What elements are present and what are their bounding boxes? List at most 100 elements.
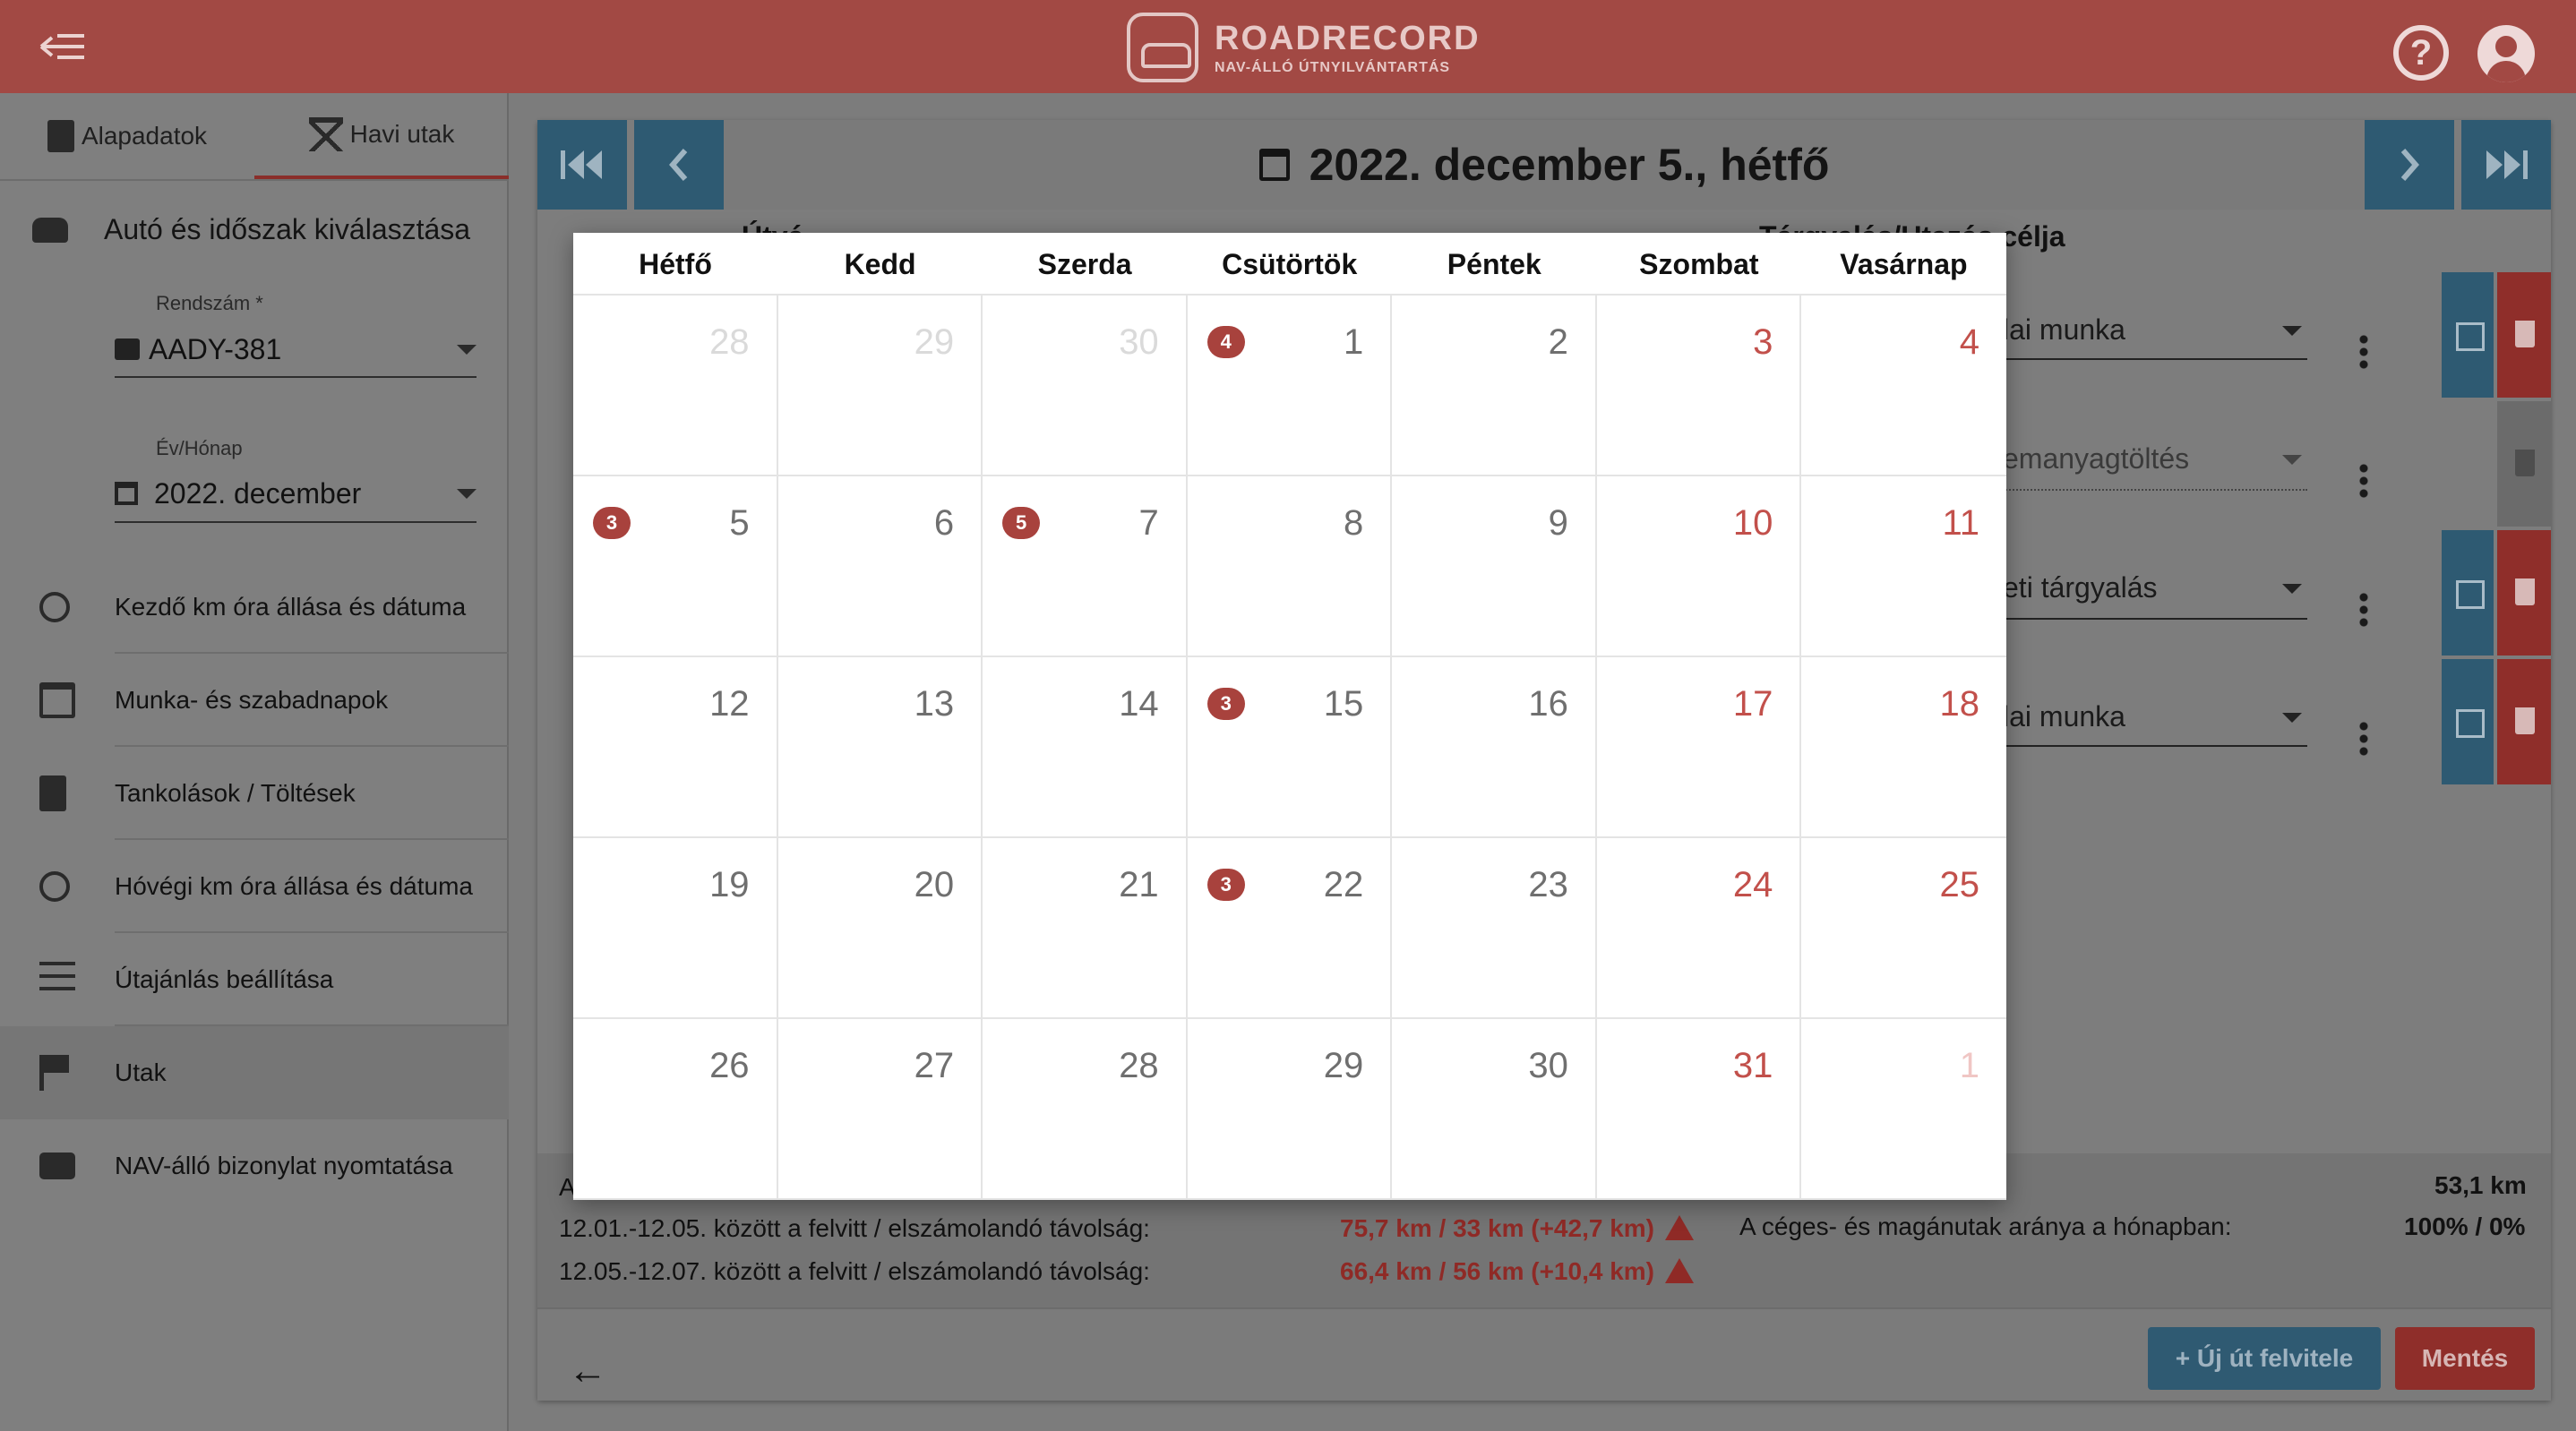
chevron-down-icon [457, 488, 477, 499]
calendar-day-cell[interactable]: 27 [777, 1019, 983, 1200]
calendar-day-cell[interactable]: 28 [573, 296, 778, 476]
calendar-day-cell[interactable]: 2 [1392, 296, 1597, 476]
more-vert-icon[interactable] [2359, 333, 2368, 369]
trip-purpose[interactable]: lai munka [2003, 700, 2125, 733]
chevron-down-icon [457, 344, 477, 355]
summary-row1-label: 12.01.-12.05. között a felvitt / elszámo… [559, 1214, 1150, 1242]
tab-havi-utak[interactable]: Havi utak [254, 93, 509, 179]
sidebar-item-label: Kezdő km óra állása és dátuma [115, 593, 467, 621]
calendar-day-cell[interactable]: 26 [573, 1019, 778, 1200]
calendar-day-cell[interactable]: 14 [983, 657, 1188, 838]
split-trip-button[interactable] [2442, 659, 2494, 784]
trip-count-badge: 3 [593, 507, 631, 539]
summary-row1-value-text: 75,7 km / 33 km (+42,7 km) [1340, 1214, 1654, 1242]
calendar-day-cell[interactable]: 15 3 [1187, 657, 1393, 838]
split-trip-button[interactable] [2442, 272, 2494, 398]
sidebar-item-hovegi-km[interactable]: Hóvégi km óra állása és dátuma [0, 840, 509, 933]
calendar-day-cell[interactable]: 12 [573, 657, 778, 838]
calendar-day-cell[interactable]: 11 [1801, 476, 2006, 657]
section-title: Autó és időszak kiválasztása [32, 213, 470, 246]
calendar-day-cell[interactable]: 13 [777, 657, 983, 838]
chevron-down-icon[interactable] [2282, 584, 2302, 594]
day-number: 1 [1959, 1046, 1979, 1085]
calendar-day-cell[interactable]: 21 [983, 838, 1188, 1019]
day-number: 25 [1939, 865, 1979, 904]
last-day-button[interactable] [2461, 120, 2551, 210]
delete-trip-button[interactable] [2497, 530, 2551, 656]
user-avatar-icon[interactable] [2477, 25, 2535, 82]
calendar-day-cell[interactable]: 17 [1596, 657, 1802, 838]
more-vert-icon[interactable] [2359, 462, 2368, 498]
calendar-day-cell[interactable]: 31 [1596, 1019, 1802, 1200]
next-day-button[interactable] [2365, 120, 2454, 210]
skip-last-icon [2486, 150, 2528, 179]
day-number: 20 [914, 865, 955, 904]
calendar-day-cell[interactable]: 19 [573, 838, 778, 1019]
odometer-end-icon [39, 871, 70, 902]
calendar-day-cell[interactable]: 18 [1801, 657, 2006, 838]
more-vert-icon[interactable] [2359, 591, 2368, 627]
sidebar-item-utak[interactable]: Utak [0, 1026, 509, 1119]
delete-trip-button[interactable] [2497, 272, 2551, 398]
save-button[interactable]: Mentés [2395, 1327, 2535, 1390]
chevron-down-icon[interactable] [2282, 326, 2302, 336]
calendar-day-cell[interactable]: 9 [1392, 476, 1597, 657]
day-number: 10 [1732, 503, 1773, 543]
calendar-day-cell[interactable]: 8 [1187, 476, 1393, 657]
first-day-button[interactable] [537, 120, 627, 210]
calendar-day-cell[interactable]: 29 [777, 296, 983, 476]
month-select[interactable]: 2022. december [115, 466, 477, 523]
calendar-day-cell[interactable]: 24 [1596, 838, 1802, 1019]
trip-purpose[interactable]: emanyagtöltés [2003, 442, 2189, 476]
date-header: 2022. december 5., hétfő [724, 120, 2365, 210]
calendar-day-cell[interactable]: 53 [573, 476, 778, 657]
tab-alapadatok[interactable]: Alapadatok [0, 93, 254, 179]
summary-total-km: 53,1 km [2434, 1171, 2527, 1199]
trip-count-badge: 3 [1206, 688, 1245, 720]
back-arrow-icon[interactable]: ← [568, 1349, 607, 1393]
calendar-day-cell[interactable]: 6 [777, 476, 983, 657]
calendar-day-cell[interactable]: 3 [1596, 296, 1802, 476]
chevron-down-icon[interactable] [2282, 713, 2302, 723]
calendar-day-cell[interactable]: 75 [983, 476, 1188, 657]
sidebar-item-utajanlas[interactable]: Útajánlás beállítása [0, 933, 509, 1026]
sidebar-item-nyomtatas[interactable]: NAV-álló bizonylat nyomtatása [0, 1119, 509, 1212]
calendar-day-cell[interactable]: 20 [777, 838, 983, 1019]
menu-collapse-icon[interactable] [39, 30, 86, 63]
calendar-day-cell[interactable]: 1 [1801, 1019, 2006, 1200]
split-trip-button[interactable] [2442, 530, 2494, 656]
sidebar-item-munkanapok[interactable]: Munka- és szabadnapok [0, 654, 509, 747]
sidebar-item-kezdo-km[interactable]: Kezdő km óra állása és dátuma [0, 561, 509, 654]
sidebar-item-tankolasok[interactable]: Tankolások / Töltések [0, 747, 509, 840]
new-trip-button[interactable]: + Új út felvitele [2148, 1327, 2381, 1390]
trip-purpose[interactable]: lai munka [2003, 313, 2125, 347]
help-icon[interactable]: ? [2393, 25, 2449, 81]
briefcase-icon [115, 338, 140, 360]
day-number: 13 [914, 684, 955, 724]
chevron-down-icon[interactable] [2282, 455, 2302, 465]
calendar-day-cell[interactable]: 14 [1187, 296, 1393, 476]
calendar-day-cell[interactable]: 30 [1392, 1019, 1597, 1200]
date-title[interactable]: 2022. december 5., hétfő [1309, 139, 1830, 191]
calendar-day-cell[interactable]: 22 3 [1187, 838, 1393, 1019]
calendar-day-cell[interactable]: 10 [1596, 476, 1802, 657]
calendar-day-cell[interactable]: 16 [1392, 657, 1597, 838]
calendar-day-cell[interactable]: 29 [1187, 1019, 1393, 1200]
tab-label: Havi utak [349, 120, 455, 148]
calendar-day-cell[interactable]: 4 [1801, 296, 2006, 476]
divider [0, 179, 509, 181]
trip-purpose[interactable]: eti tárgyalás [2003, 571, 2158, 604]
day-number: 23 [1528, 865, 1568, 904]
calendar-day-cell[interactable]: 28 [983, 1019, 1188, 1200]
delete-trip-button[interactable] [2497, 659, 2551, 784]
calendar-day-cell[interactable]: 23 [1392, 838, 1597, 1019]
day-number: 7 [1138, 503, 1159, 543]
plate-select[interactable]: AADY-381 [115, 322, 477, 378]
tab-label: Alapadatok [81, 122, 208, 150]
more-vert-icon[interactable] [2359, 720, 2368, 756]
calendar-day-cell[interactable]: 30 [983, 296, 1188, 476]
calendar-day-cell[interactable]: 25 [1801, 838, 2006, 1019]
prev-day-button[interactable] [634, 120, 724, 210]
sidebar-item-label: Utak [115, 1058, 167, 1086]
day-number: 15 [1323, 684, 1364, 724]
